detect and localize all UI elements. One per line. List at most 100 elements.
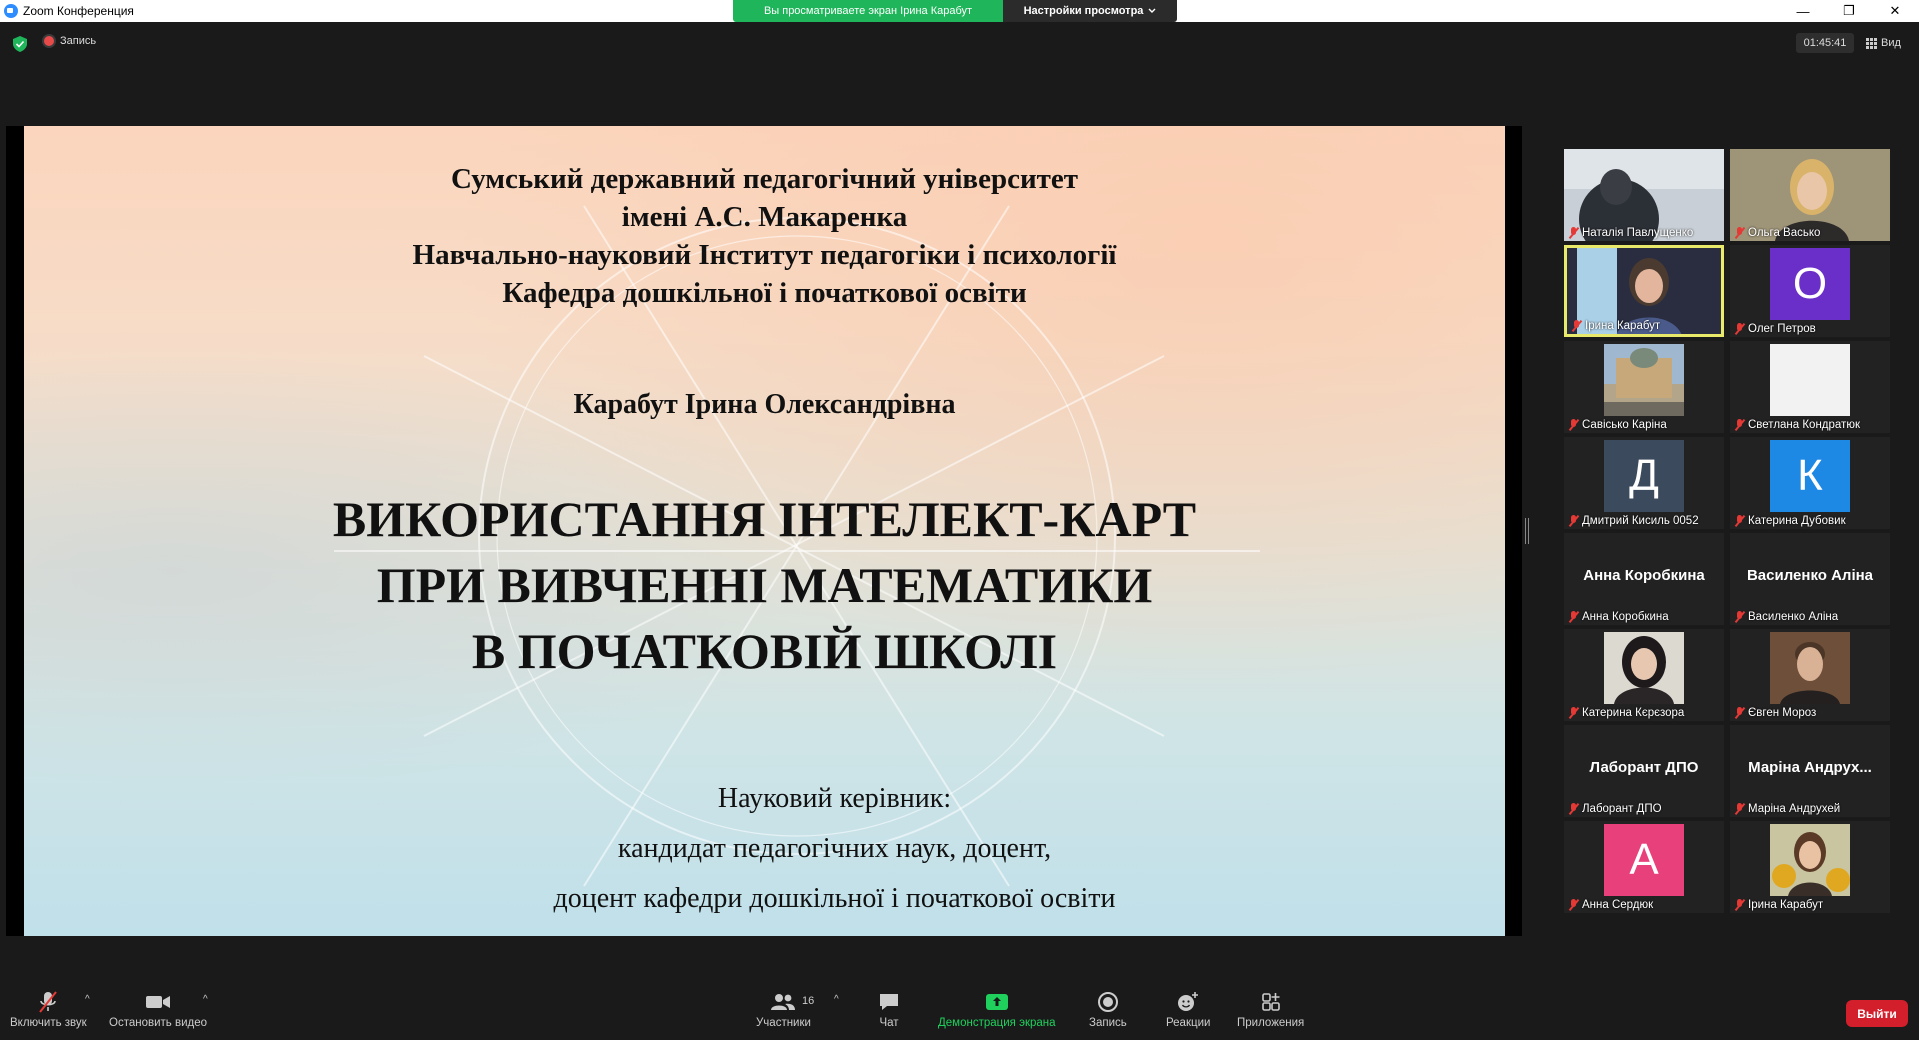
participant-name: Василенко Аліна: [1748, 611, 1839, 623]
reactions-label: Реакции: [1166, 1017, 1211, 1029]
slide-university-line: Сумський державний педагогічний універси…: [450, 163, 1079, 195]
smiley-plus-icon: [1178, 992, 1199, 1011]
participant-center-name: Василенко Аліна: [1746, 567, 1874, 584]
participant-center-name: Маріна Андрух...: [1748, 759, 1872, 776]
participant-photo: [1770, 824, 1850, 896]
mic-muted-icon: [1734, 707, 1745, 719]
participant-name: Олег Петров: [1748, 323, 1816, 335]
participant-tile[interactable]: Маріна Андрух... Маріна Андрухей: [1730, 725, 1890, 817]
participant-name-tag: Ольга Васько: [1734, 227, 1820, 239]
chat-bubble-icon: [880, 994, 898, 1010]
participant-tile[interactable]: Ольга Васько: [1730, 149, 1890, 241]
chat-button[interactable]: Чат: [878, 990, 900, 1029]
participant-avatar: О: [1770, 248, 1850, 320]
participant-name-tag: Олег Петров: [1734, 323, 1816, 335]
participant-photo: [1604, 344, 1684, 416]
participant-tile[interactable]: Катерина Кєрєзора: [1564, 629, 1724, 721]
participant-center-name: Анна Коробкина: [1583, 567, 1705, 584]
mic-muted-icon: [1734, 227, 1745, 239]
view-label: Вид: [1881, 37, 1901, 49]
participant-tile[interactable]: Д Дмитрий Кисиль 0052: [1564, 437, 1724, 529]
participant-name-tag: Анна Коробкина: [1568, 611, 1669, 623]
participant-tile[interactable]: Ірина Карабут: [1564, 245, 1724, 337]
mic-muted-icon: [1568, 515, 1579, 527]
mic-muted-icon: [1734, 899, 1745, 911]
mic-muted-icon: [1734, 323, 1745, 335]
slide-university-line: імені А.С. Макаренка: [621, 201, 908, 233]
mic-muted-icon: [1568, 419, 1579, 431]
participant-name-tag: Анна Сердюк: [1568, 899, 1653, 911]
encryption-shield-icon[interactable]: [13, 36, 27, 52]
apps-button[interactable]: Приложения: [1237, 990, 1304, 1029]
participant-tile[interactable]: Василенко Аліна Василенко Аліна: [1730, 533, 1890, 625]
participants-icon: [771, 994, 796, 1010]
share-screen-button[interactable]: Демонстрация экрана: [938, 990, 1056, 1029]
participant-name: Маріна Андрухей: [1748, 803, 1841, 815]
minimize-button[interactable]: —: [1783, 0, 1823, 22]
window-titlebar: Zoom Конференция Вы просматриваете экран…: [0, 0, 1919, 22]
participants-options-caret[interactable]: ^: [834, 994, 839, 1005]
shared-screen: Сумський державний педагогічний універси…: [6, 126, 1522, 936]
slide-topic-line: В ПОЧАТКОВІЙ ШКОЛІ: [471, 623, 1058, 679]
leave-meeting-button[interactable]: Выйти: [1846, 1000, 1908, 1027]
mic-muted-icon: [1734, 515, 1745, 527]
participant-tile[interactable]: Лаборант ДПО Лаборант ДПО: [1564, 725, 1724, 817]
audio-options-caret[interactable]: ^: [85, 994, 90, 1005]
mic-muted-icon: [1568, 611, 1579, 623]
split-resize-handle[interactable]: [1525, 518, 1529, 544]
participant-name-tag: Василенко Аліна: [1734, 611, 1838, 623]
participants-label: Участники: [756, 1017, 811, 1029]
stop-video-label: Остановить видео: [109, 1017, 207, 1029]
mic-muted-icon: [1568, 707, 1579, 719]
view-settings-label: Настройки просмотра: [1023, 5, 1144, 17]
participant-name-tag: Светлана Кондратюк: [1734, 419, 1860, 431]
gallery-grid-icon: [1866, 37, 1877, 49]
meeting-toolbar: Включить звук ^ Остановить видео ^ Участ…: [0, 976, 1919, 1040]
slide-university-block: Сумський державний педагогічний універси…: [24, 160, 1505, 312]
participant-name: Ольга Васько: [1748, 227, 1821, 239]
participant-name-tag: Савісько Каріна: [1568, 419, 1667, 431]
mic-muted-icon: [1568, 227, 1579, 239]
participant-photo: [1604, 632, 1684, 704]
participant-tile[interactable]: О Олег Петров: [1730, 245, 1890, 337]
participant-name: Євген Мороз: [1748, 707, 1817, 719]
apps-label: Приложения: [1237, 1017, 1305, 1029]
participant-tile[interactable]: Ірина Карабут: [1730, 821, 1890, 913]
participant-name-tag: Наталія Павлущенко: [1568, 227, 1693, 239]
participant-avatar: [1770, 344, 1850, 416]
participant-tile[interactable]: К Катерина Дубовик: [1730, 437, 1890, 529]
participant-tile[interactable]: Наталія Павлущенко: [1564, 149, 1724, 241]
chevron-down-icon: [1148, 8, 1156, 13]
meeting-timer: 01:45:41: [1796, 33, 1854, 53]
unmute-button[interactable]: Включить звук: [10, 990, 87, 1029]
mic-muted-icon: [1568, 899, 1579, 911]
video-options-caret[interactable]: ^: [203, 994, 208, 1005]
participant-tile[interactable]: А Анна Сердюк: [1564, 821, 1724, 913]
record-icon: [1097, 992, 1118, 1012]
participant-tile[interactable]: Анна Коробкина Анна Коробкина: [1564, 533, 1724, 625]
participant-name: Катерина Кєрєзора: [1582, 707, 1685, 719]
participant-tile[interactable]: Савісько Каріна: [1564, 341, 1724, 433]
close-button[interactable]: ✕: [1875, 0, 1915, 22]
slide-advisor-block: Науковий керівник: кандидат педагогічних…: [94, 774, 1505, 924]
record-button[interactable]: Запись: [1089, 990, 1127, 1029]
participant-name: Наталія Павлущенко: [1582, 227, 1694, 239]
mic-muted-icon: [1568, 803, 1579, 815]
recording-indicator[interactable]: Запись: [44, 35, 96, 47]
participant-center-name: Лаборант ДПО: [1589, 759, 1699, 776]
participant-tile[interactable]: Євген Мороз: [1730, 629, 1890, 721]
maximize-button[interactable]: ❐: [1829, 0, 1869, 22]
participant-name: Ірина Карабут: [1748, 899, 1824, 911]
reactions-button[interactable]: Реакции: [1166, 990, 1210, 1029]
view-settings-button[interactable]: Настройки просмотра: [1003, 0, 1177, 22]
microphone-muted-icon: [39, 991, 58, 1013]
mic-muted-icon: [1571, 320, 1582, 332]
participant-photo: [1770, 632, 1850, 704]
participant-name-tag: Маріна Андрухей: [1734, 803, 1840, 815]
participant-tile[interactable]: Светлана Кондратюк: [1730, 341, 1890, 433]
view-button[interactable]: Вид: [1866, 33, 1901, 53]
participant-name: Светлана Кондратюк: [1748, 419, 1860, 431]
stop-video-button[interactable]: Остановить видео: [109, 990, 207, 1029]
video-camera-icon: [146, 996, 170, 1008]
slide-advisor-line: доцент кафедри дошкільної і початкової о…: [553, 883, 1116, 914]
